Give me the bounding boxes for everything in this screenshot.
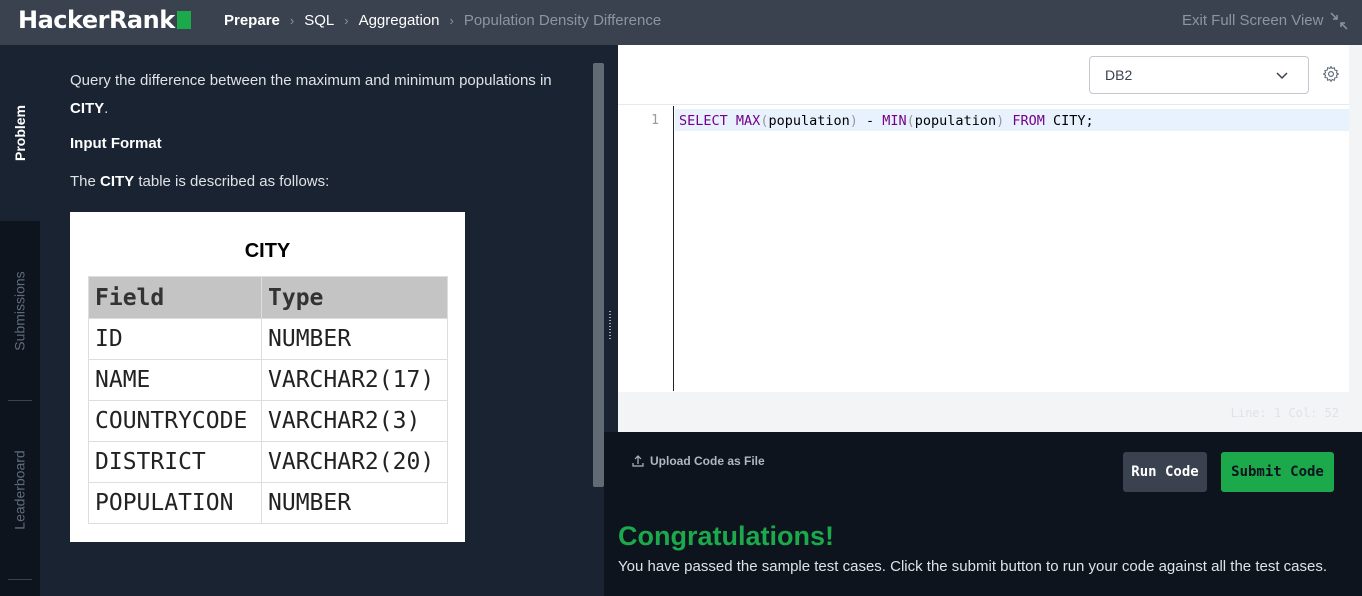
schema-type: VARCHAR2(20) bbox=[261, 441, 448, 483]
cursor-position: Line: 1 Col: 52 bbox=[1230, 406, 1339, 420]
tab-submissions-label: Submissions bbox=[12, 271, 28, 351]
code-paren: ) bbox=[996, 113, 1005, 129]
schema-field: NAME bbox=[88, 359, 262, 401]
logo-text: HackerRank bbox=[18, 6, 175, 34]
schema-header-field: Field bbox=[88, 276, 262, 319]
breadcrumb: Prepare › SQL › Aggregation › Population… bbox=[224, 12, 661, 29]
schema-row: NAME VARCHAR2(17) bbox=[88, 359, 448, 401]
result-title: Congratulations! bbox=[618, 521, 834, 551]
upload-code-button[interactable]: Upload Code as File bbox=[632, 454, 765, 468]
problem-pane: Query the difference between the maximum… bbox=[40, 45, 590, 596]
schema-field: DISTRICT bbox=[88, 441, 262, 483]
result-panel: Upload Code as File Run Code Submit Code… bbox=[604, 432, 1362, 596]
upload-label: Upload Code as File bbox=[650, 454, 765, 468]
schema-row: POPULATION NUMBER bbox=[88, 482, 448, 524]
statement-table-name: CITY bbox=[70, 100, 105, 117]
city-schema-image: CITY Field Type ID NUMBER NAME VARCHAR2(… bbox=[70, 212, 465, 542]
tab-leaderboard[interactable]: Leaderboard bbox=[0, 401, 40, 579]
exit-fullscreen-icon[interactable] bbox=[1330, 12, 1348, 30]
line-number-gutter: 1 bbox=[618, 106, 674, 391]
statement-period: . bbox=[104, 100, 109, 117]
code-editor-panel: DB2 1 SELECT MAX(population) - MIN(popul… bbox=[618, 45, 1362, 432]
schema-field: ID bbox=[88, 318, 262, 360]
statement-text: Query the difference between the maximum… bbox=[70, 72, 552, 89]
breadcrumb-aggregation[interactable]: Aggregation bbox=[359, 12, 440, 29]
editor-status-bar: Line: 1 Col: 52 bbox=[618, 392, 1349, 432]
schema-field: POPULATION bbox=[88, 482, 262, 524]
code-paren: ( bbox=[906, 113, 915, 129]
language-select-value: DB2 bbox=[1105, 67, 1133, 83]
code-identifier: CITY; bbox=[1044, 113, 1094, 129]
schema-type: VARCHAR2(3) bbox=[261, 400, 448, 442]
code-identifier: population bbox=[914, 113, 997, 129]
problem-statement: Query the difference between the maximum… bbox=[70, 67, 570, 123]
tab-problem-label: Problem bbox=[12, 104, 29, 162]
top-navigation-bar: HackerRank Prepare › SQL › Aggregation ›… bbox=[0, 0, 1362, 45]
exit-fullscreen-link[interactable]: Exit Full Screen View bbox=[1182, 12, 1323, 29]
chevron-right-icon: › bbox=[289, 13, 295, 28]
table-desc-text-end: table is described as follows: bbox=[134, 173, 330, 190]
schema-row: DISTRICT VARCHAR2(20) bbox=[88, 441, 448, 483]
run-code-button[interactable]: Run Code bbox=[1123, 452, 1207, 492]
breadcrumb-sql[interactable]: SQL bbox=[304, 12, 334, 29]
chevron-right-icon: › bbox=[449, 13, 454, 28]
editor-toolbar: DB2 bbox=[618, 45, 1349, 105]
schema-type: VARCHAR2(17) bbox=[261, 359, 448, 401]
line-number: 1 bbox=[651, 113, 659, 128]
table-description: The CITY table is described as follows: bbox=[70, 173, 329, 190]
tab-leaderboard-label: Leaderboard bbox=[12, 450, 28, 530]
table-desc-text: The bbox=[70, 173, 101, 190]
code-keyword: SELECT bbox=[679, 113, 728, 129]
upload-icon bbox=[632, 455, 644, 467]
language-select[interactable]: DB2 bbox=[1089, 56, 1309, 94]
table-desc-name: CITY bbox=[100, 173, 135, 190]
result-message: You have passed the sample test cases. C… bbox=[618, 558, 1328, 575]
gear-icon[interactable] bbox=[1322, 65, 1340, 83]
code-paren: ) bbox=[849, 113, 858, 129]
code-operator: - bbox=[857, 113, 883, 129]
editor-scrollbar[interactable] bbox=[1349, 45, 1362, 432]
code-editor[interactable]: 1 SELECT MAX(population) - MIN(populatio… bbox=[618, 106, 1349, 391]
schema-header-type: Type bbox=[261, 276, 448, 319]
code-identifier: population bbox=[768, 113, 850, 129]
side-tabs: Problem Submissions Leaderboard bbox=[0, 45, 40, 596]
schema-type: NUMBER bbox=[261, 318, 448, 360]
schema-type: NUMBER bbox=[261, 482, 448, 524]
tab-problem[interactable]: Problem bbox=[0, 45, 40, 221]
code-keyword: MIN bbox=[882, 113, 907, 129]
code-line[interactable]: SELECT MAX(population) - MIN(population)… bbox=[679, 113, 1094, 129]
submit-code-button[interactable]: Submit Code bbox=[1221, 452, 1334, 492]
code-keyword: MAX bbox=[735, 113, 761, 129]
logo-green-square bbox=[176, 11, 191, 29]
schema-header-row: Field Type bbox=[88, 276, 448, 319]
drag-handle-icon[interactable] bbox=[608, 310, 612, 340]
problem-scrollbar[interactable] bbox=[593, 63, 604, 487]
hackerrank-logo[interactable]: HackerRank bbox=[18, 6, 191, 34]
tab-submissions[interactable]: Submissions bbox=[0, 221, 40, 401]
schema-row: ID NUMBER bbox=[88, 318, 448, 360]
breadcrumb-prepare[interactable]: Prepare bbox=[224, 12, 280, 29]
schema-title: CITY bbox=[244, 240, 291, 262]
input-format-heading: Input Format bbox=[70, 135, 162, 152]
schema-row: COUNTRYCODE VARCHAR2(3) bbox=[88, 400, 448, 442]
chevron-right-icon: › bbox=[344, 13, 349, 28]
tab-divider bbox=[8, 579, 32, 580]
code-keyword: FROM bbox=[1012, 113, 1045, 129]
breadcrumb-current-challenge: Population Density Difference bbox=[463, 12, 662, 29]
schema-field: COUNTRYCODE bbox=[88, 400, 262, 442]
chevron-down-icon bbox=[1276, 72, 1288, 80]
schema-table: Field Type ID NUMBER NAME VARCHAR2(17) C… bbox=[88, 276, 448, 524]
